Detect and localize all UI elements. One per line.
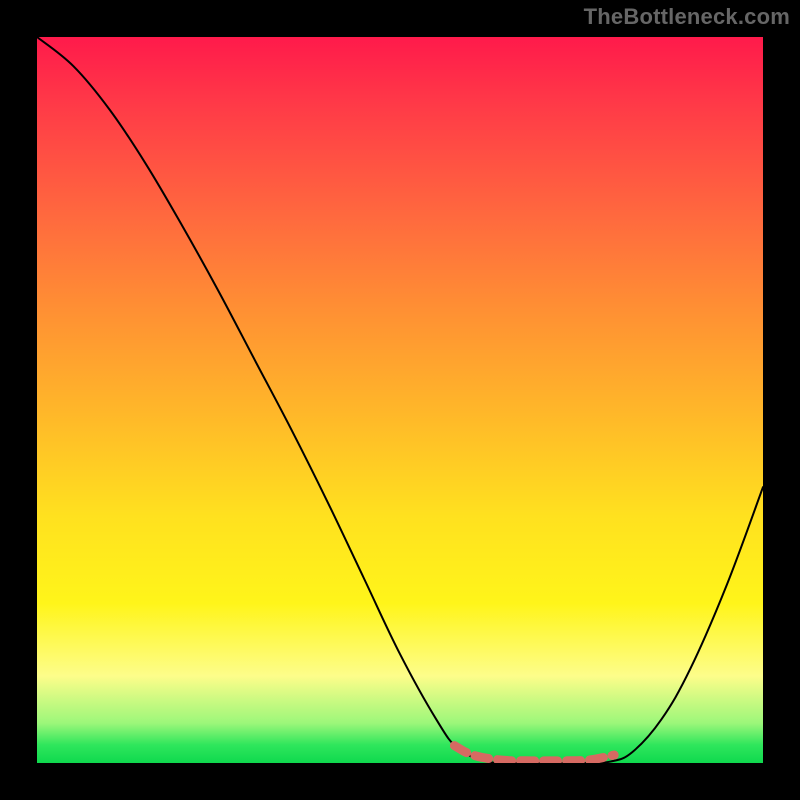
plot-area	[37, 37, 763, 763]
chart-svg	[37, 37, 763, 763]
chart-frame: TheBottleneck.com	[0, 0, 800, 800]
bottleneck-curve	[37, 37, 763, 763]
optimal-band-marker	[454, 746, 614, 761]
watermark-text: TheBottleneck.com	[584, 4, 790, 30]
curve-layer	[37, 37, 763, 763]
